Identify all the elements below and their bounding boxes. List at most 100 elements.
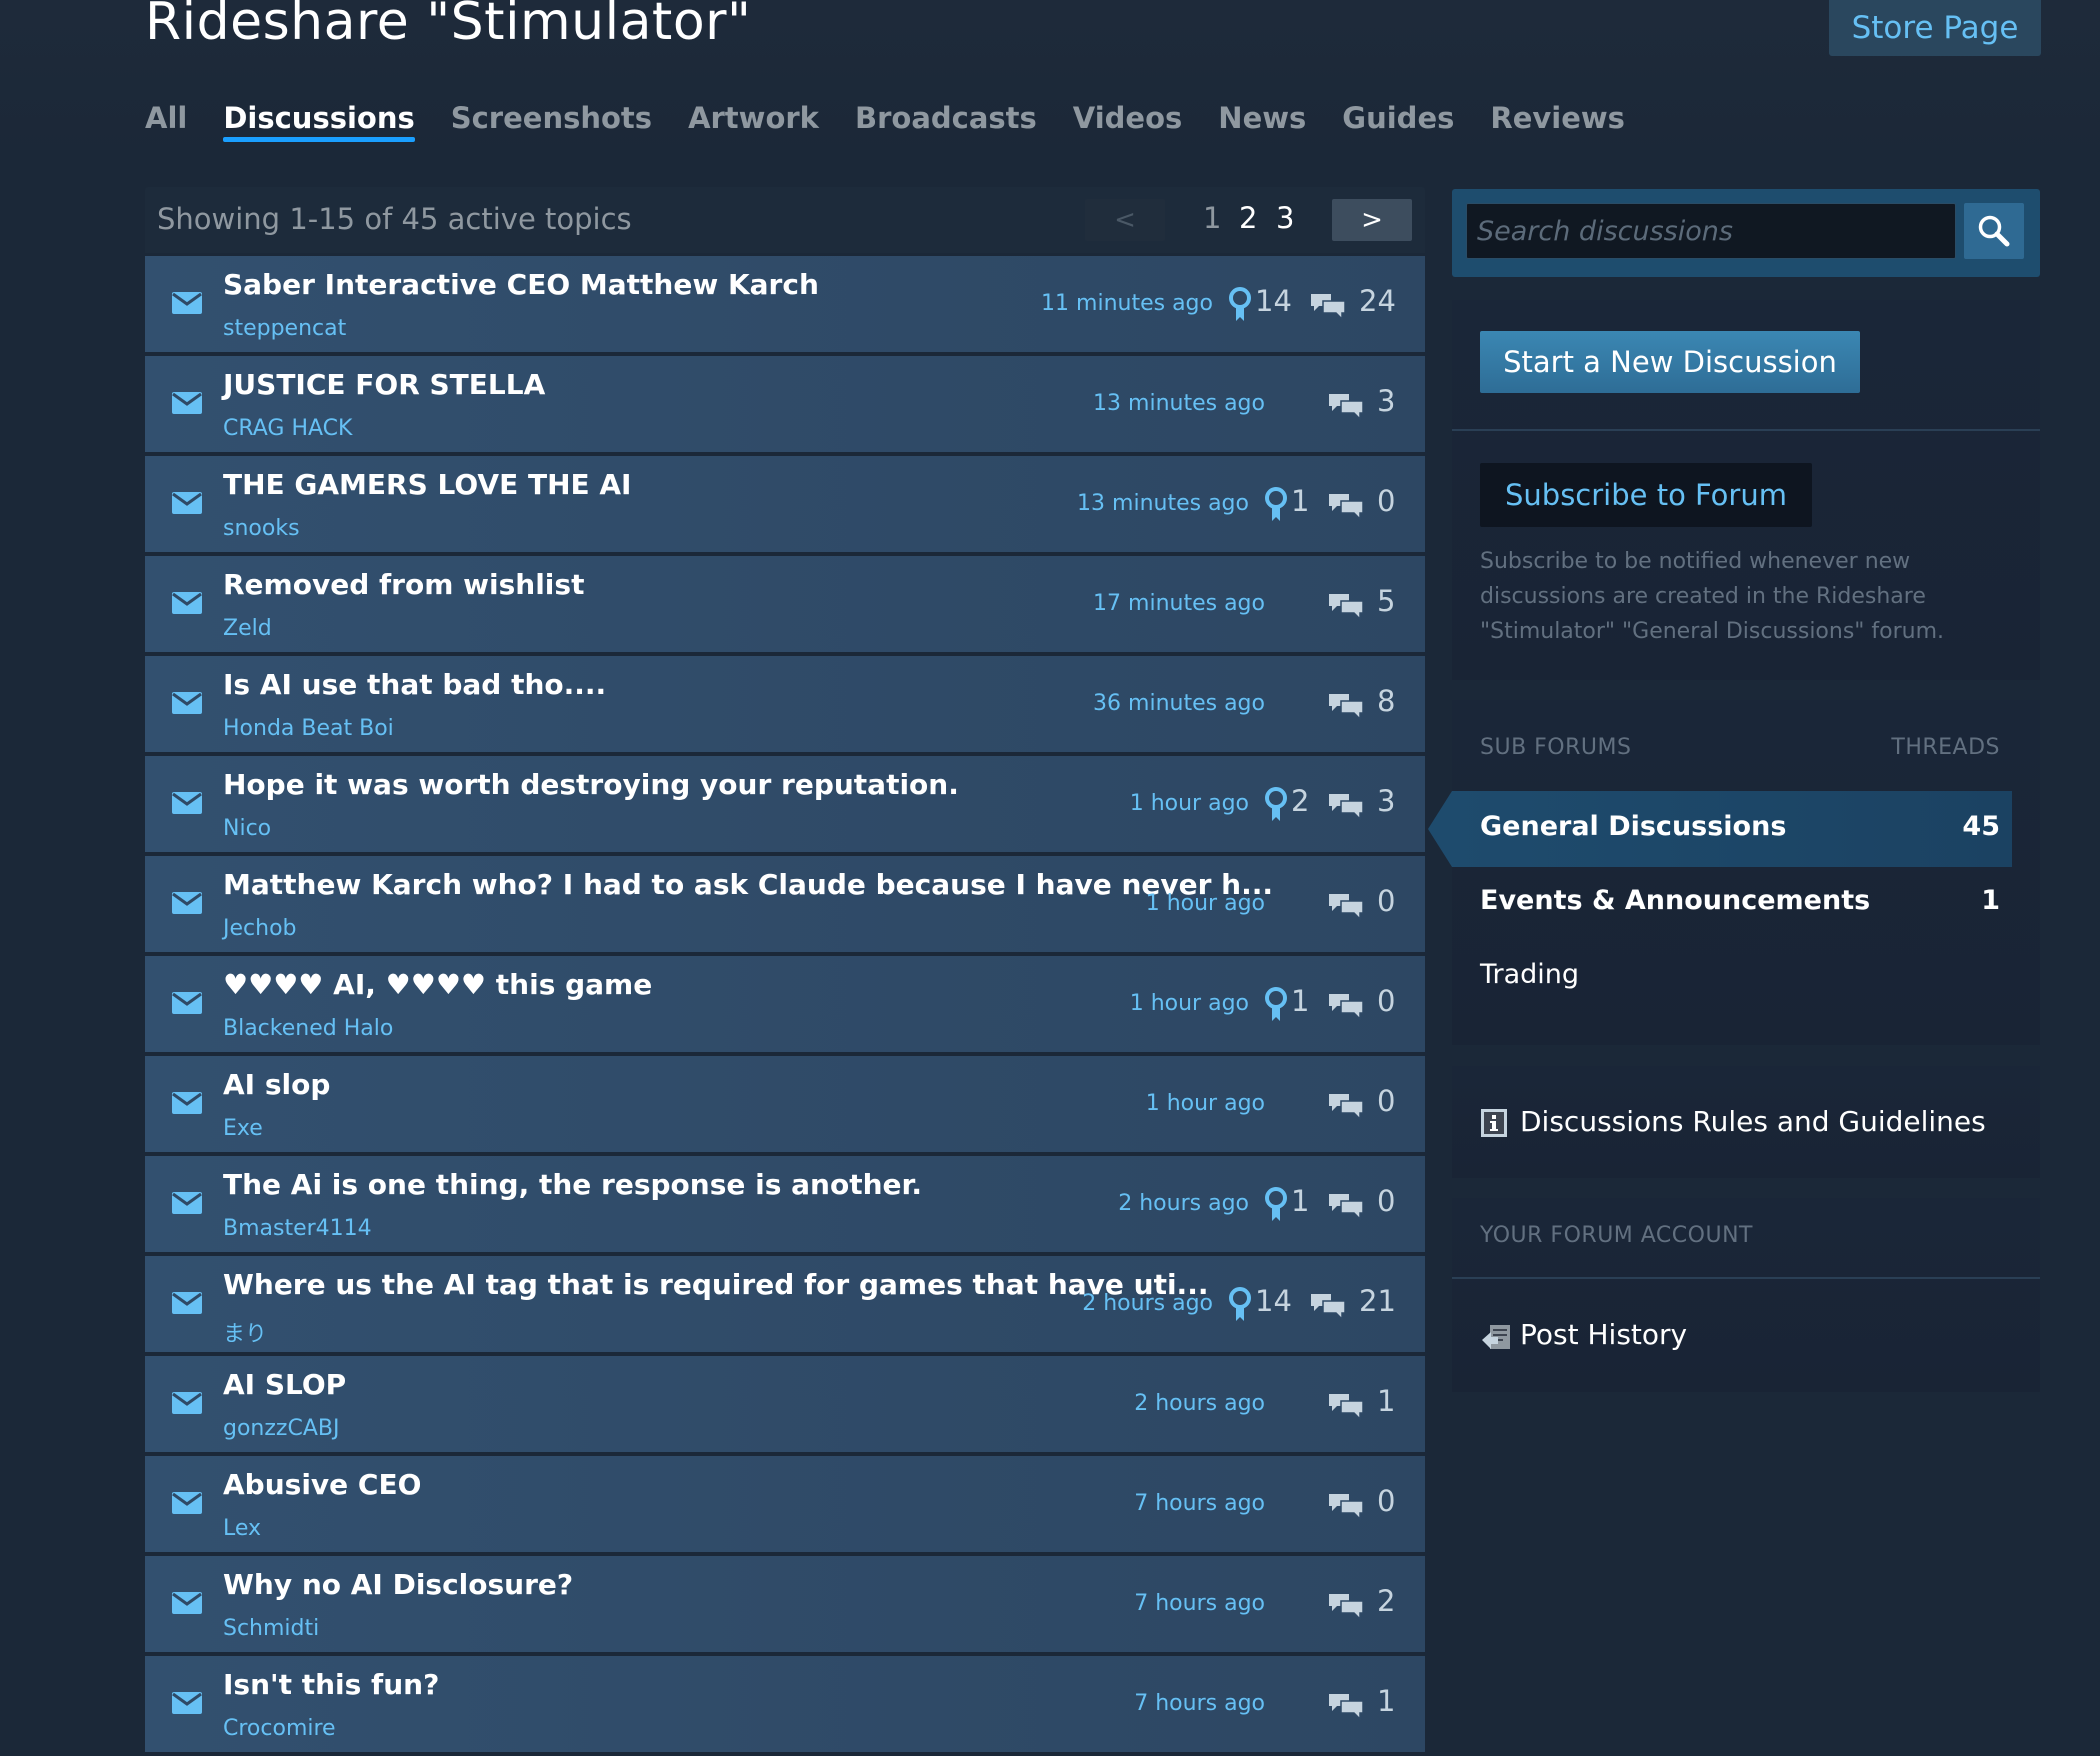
topic-title[interactable]: The Ai is one thing, the response is ano…: [223, 1168, 922, 1201]
topic-reply-count: 0: [1377, 484, 1396, 518]
envelope-icon: [172, 1592, 202, 1614]
topic-author[interactable]: Schmidti: [223, 1616, 319, 1641]
envelope-icon: [172, 292, 202, 314]
tab-guides[interactable]: Guides: [1342, 96, 1454, 148]
topic-row[interactable]: Why no AI Disclosure? Schmidti 2 7 hours ag…: [145, 1556, 1425, 1652]
speech-bubbles-icon: [1329, 994, 1363, 1020]
topic-row[interactable]: ♥♥♥♥ AI, ♥♥♥♥ this game Blackened Halo 0 1 1…: [145, 956, 1425, 1052]
tab-news[interactable]: News: [1218, 96, 1306, 148]
envelope-icon: [172, 992, 202, 1014]
topic-row[interactable]: Saber Interactive CEO Matthew Karch stepp…: [145, 256, 1425, 352]
topic-author[interactable]: Crocomire: [223, 1716, 336, 1741]
page-3-link[interactable]: 3: [1276, 201, 1294, 235]
subforum-events-announcements[interactable]: Events & Announcements 1: [1452, 865, 2012, 941]
topic-row[interactable]: The Ai is one thing, the response is ano…: [145, 1156, 1425, 1252]
tab-broadcasts[interactable]: Broadcasts: [855, 96, 1037, 148]
envelope-icon: [172, 1292, 202, 1314]
search-button[interactable]: [1964, 203, 2024, 259]
topic-title[interactable]: Isn't this fun?: [223, 1668, 439, 1701]
tab-videos[interactable]: Videos: [1073, 96, 1183, 148]
topic-title[interactable]: Why no AI Disclosure?: [223, 1568, 573, 1601]
topic-row[interactable]: Abusive CEO Lex 0 7 hours ago: [145, 1456, 1425, 1552]
topic-row[interactable]: Matthew Karch who? I had to ask Claude b…: [145, 856, 1425, 952]
tab-reviews[interactable]: Reviews: [1490, 96, 1625, 148]
forum-account-header: YOUR FORUM ACCOUNT: [1480, 1223, 1753, 1248]
topic-author[interactable]: Lex: [223, 1516, 261, 1541]
topic-author[interactable]: snooks: [223, 516, 300, 541]
topic-timestamp: 1 hour ago: [1129, 791, 1249, 816]
discussion-actions-card: Start a New Discussion Subscribe to Foru…: [1452, 300, 2040, 680]
topic-title[interactable]: ♥♥♥♥ AI, ♥♥♥♥ this game: [223, 968, 652, 1001]
topic-author[interactable]: Jechob: [223, 916, 297, 941]
topic-title[interactable]: Is AI use that bad tho....: [223, 668, 606, 701]
search-panel: [1452, 189, 2040, 277]
topic-title[interactable]: Where us the AI tag that is required for…: [223, 1268, 1208, 1301]
page-next-button[interactable]: >: [1332, 199, 1412, 241]
speech-bubbles-icon: [1329, 1694, 1363, 1720]
topic-row[interactable]: AI SLOP gonzzCABJ 1 2 hours ago: [145, 1356, 1425, 1452]
subforum-thread-count: 45: [1962, 811, 2000, 842]
topic-title[interactable]: Removed from wishlist: [223, 568, 584, 601]
topic-title[interactable]: AI SLOP: [223, 1368, 346, 1401]
showing-count: Showing 1-15 of 45 active topics: [157, 202, 632, 236]
page-2-link[interactable]: 2: [1239, 201, 1257, 235]
page-1-link[interactable]: 1: [1203, 201, 1221, 235]
topic-author[interactable]: steppencat: [223, 316, 346, 341]
topic-reply-count: 0: [1377, 1184, 1396, 1218]
topic-row[interactable]: Removed from wishlist Zeld 5 17 minutes ago: [145, 556, 1425, 652]
envelope-icon: [172, 392, 202, 414]
topic-author[interactable]: Blackened Halo: [223, 1016, 393, 1041]
page-prev-button[interactable]: <: [1085, 199, 1165, 241]
topic-reply-count: 3: [1377, 384, 1396, 418]
tab-all[interactable]: All: [145, 96, 187, 148]
topic-title[interactable]: Abusive CEO: [223, 1468, 421, 1501]
post-history-icon: [1482, 1325, 1510, 1349]
topic-award-count: 14: [1255, 1284, 1292, 1318]
topic-timestamp: 2 hours ago: [1118, 1191, 1249, 1216]
active-indicator-arrow: [1428, 791, 1452, 867]
subscribe-forum-button[interactable]: Subscribe to Forum: [1480, 463, 1812, 527]
topic-title[interactable]: Hope it was worth destroying your reputa…: [223, 768, 959, 801]
topic-row[interactable]: JUSTICE FOR STELLA CRAG HACK 3 13 minutes a…: [145, 356, 1425, 452]
topic-row[interactable]: Isn't this fun? Crocomire 1 7 hours ago: [145, 1656, 1425, 1752]
topic-title[interactable]: Matthew Karch who? I had to ask Claude b…: [223, 868, 1273, 901]
topic-row[interactable]: Hope it was worth destroying your reputa…: [145, 756, 1425, 852]
topic-author[interactable]: Nico: [223, 816, 271, 841]
tab-artwork[interactable]: Artwork: [688, 96, 819, 148]
store-page-button[interactable]: Store Page: [1829, 0, 2041, 56]
topic-reply-count: 0: [1377, 1084, 1396, 1118]
topic-row[interactable]: Where us the AI tag that is required for…: [145, 1256, 1425, 1352]
topic-row[interactable]: THE GAMERS LOVE THE AI snooks 0 1 13 minutes…: [145, 456, 1425, 552]
speech-bubbles-icon: [1329, 794, 1363, 820]
topic-timestamp: 13 minutes ago: [1093, 391, 1265, 416]
tab-discussions[interactable]: Discussions: [223, 96, 416, 148]
magnifier-icon: [1978, 215, 2010, 247]
award-ribbon-icon: [1265, 987, 1287, 1021]
tab-screenshots[interactable]: Screenshots: [451, 96, 652, 148]
info-icon: [1481, 1109, 1507, 1137]
topic-row[interactable]: AI slop Exe 0 1 hour ago: [145, 1056, 1425, 1152]
envelope-icon: [172, 1392, 202, 1414]
topic-row[interactable]: Is AI use that bad tho.... Honda Beat Boi…: [145, 656, 1425, 752]
topic-author[interactable]: Honda Beat Boi: [223, 716, 394, 741]
topic-title[interactable]: THE GAMERS LOVE THE AI: [223, 468, 631, 501]
envelope-icon: [172, 1492, 202, 1514]
app-title: Rideshare "Stimulator": [145, 0, 752, 52]
speech-bubbles-icon: [1329, 494, 1363, 520]
topic-author[interactable]: まり: [223, 1316, 267, 1348]
topic-title[interactable]: JUSTICE FOR STELLA: [223, 368, 545, 401]
topic-author[interactable]: Zeld: [223, 616, 272, 641]
topic-title[interactable]: AI slop: [223, 1068, 330, 1101]
forum-account-card: YOUR FORUM ACCOUNT Post History: [1452, 1198, 2040, 1392]
topic-author[interactable]: Bmaster4114: [223, 1216, 372, 1241]
start-discussion-button[interactable]: Start a New Discussion: [1480, 331, 1860, 393]
search-input[interactable]: [1466, 203, 1956, 259]
topic-author[interactable]: Exe: [223, 1116, 263, 1141]
topic-reply-count: 0: [1377, 1484, 1396, 1518]
subforum-general-discussions[interactable]: General Discussions 45: [1428, 791, 2012, 867]
topic-author[interactable]: gonzzCABJ: [223, 1416, 339, 1441]
topic-title[interactable]: Saber Interactive CEO Matthew Karch: [223, 268, 819, 301]
topic-author[interactable]: CRAG HACK: [223, 416, 352, 441]
subforum-trading[interactable]: Trading: [1452, 939, 2012, 1015]
rules-guidelines-link[interactable]: Discussions Rules and Guidelines: [1452, 1066, 2040, 1178]
